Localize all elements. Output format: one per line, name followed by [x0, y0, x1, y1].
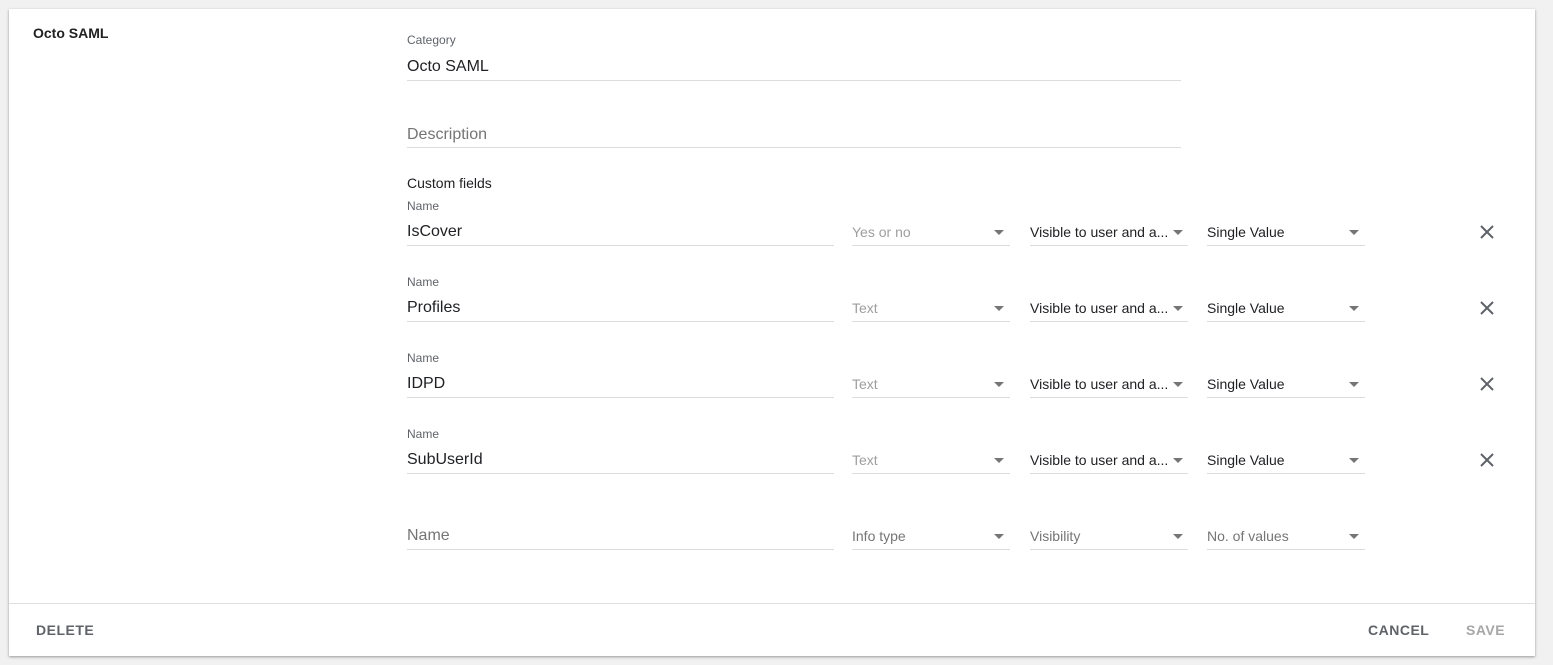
info-type-select[interactable]: Text — [852, 297, 1010, 322]
visibility-select[interactable]: Visible to user and a... — [1030, 297, 1188, 322]
info-type-select[interactable]: Text — [852, 449, 1010, 474]
new-field-name-underline — [407, 549, 834, 550]
field-name-underline — [407, 321, 834, 322]
field-name-label: Name — [407, 351, 440, 365]
visibility-value: Visible to user and a... — [1030, 452, 1167, 468]
visibility-value: Visible to user and a... — [1030, 300, 1167, 316]
field-name-label: Name — [407, 427, 440, 441]
values-select[interactable]: Single Value — [1207, 449, 1365, 474]
info-type-underline — [852, 321, 1010, 322]
values-select[interactable]: Single Value — [1207, 373, 1365, 398]
info-type-placeholder: Info type — [852, 528, 906, 544]
footer-divider — [9, 603, 1535, 604]
new-values-select[interactable]: No. of values — [1207, 525, 1365, 550]
custom-field-row: Name IDPD Text Visible to user and a... … — [9, 351, 1535, 409]
new-visibility-select[interactable]: Visibility — [1030, 525, 1188, 550]
visibility-placeholder: Visibility — [1030, 528, 1081, 544]
chevron-down-icon — [994, 230, 1004, 235]
close-icon[interactable] — [1477, 374, 1497, 394]
values-underline — [1207, 549, 1365, 550]
info-type-underline — [852, 473, 1010, 474]
chevron-down-icon — [1349, 458, 1359, 463]
values-underline — [1207, 245, 1365, 246]
description-input[interactable]: Description — [407, 126, 1181, 148]
visibility-underline — [1030, 245, 1188, 246]
visibility-underline — [1030, 473, 1188, 474]
info-type-underline — [852, 549, 1010, 550]
info-type-value: Text — [852, 452, 878, 468]
field-name-label: Name — [407, 275, 440, 289]
field-name-input[interactable]: Profiles — [407, 299, 834, 321]
values-underline — [1207, 397, 1365, 398]
field-name-input[interactable]: IDPD — [407, 375, 834, 397]
info-type-underline — [852, 245, 1010, 246]
delete-button[interactable]: DELETE — [36, 622, 94, 638]
field-name-label: Name — [407, 199, 440, 213]
values-value: Single Value — [1207, 224, 1285, 240]
close-icon[interactable] — [1477, 298, 1497, 318]
field-name-input[interactable]: IsCover — [407, 223, 834, 245]
values-select[interactable]: Single Value — [1207, 297, 1365, 322]
custom-fields-label: Custom fields — [407, 175, 492, 191]
custom-field-row: Name IsCover Yes or no Visible to user a… — [9, 199, 1535, 257]
close-icon[interactable] — [1477, 450, 1497, 470]
chevron-down-icon — [1349, 306, 1359, 311]
field-name-underline — [407, 245, 834, 246]
values-select[interactable]: Single Value — [1207, 221, 1365, 246]
visibility-value: Visible to user and a... — [1030, 376, 1167, 392]
new-info-type-select[interactable]: Info type — [852, 525, 1010, 550]
values-value: Single Value — [1207, 300, 1285, 316]
visibility-value: Visible to user and a... — [1030, 224, 1167, 240]
field-name-input[interactable]: SubUserId — [407, 451, 834, 473]
info-type-select[interactable]: Yes or no — [852, 221, 1010, 246]
values-underline — [1207, 473, 1365, 474]
chevron-down-icon — [994, 306, 1004, 311]
chevron-down-icon — [994, 382, 1004, 387]
info-type-value: Text — [852, 376, 878, 392]
field-name-underline — [407, 473, 834, 474]
new-custom-field-row: Name Info type Visibility No. of values — [9, 503, 1535, 561]
info-type-value: Text — [852, 300, 878, 316]
new-field-name-input[interactable]: Name — [407, 527, 834, 549]
visibility-select[interactable]: Visible to user and a... — [1030, 221, 1188, 246]
values-value: Single Value — [1207, 376, 1285, 392]
chevron-down-icon — [1173, 534, 1183, 539]
values-placeholder: No. of values — [1207, 528, 1289, 544]
chevron-down-icon — [1173, 230, 1183, 235]
chevron-down-icon — [1173, 306, 1183, 311]
chevron-down-icon — [1349, 382, 1359, 387]
field-name-underline — [407, 397, 834, 398]
category-underline — [407, 80, 1181, 81]
category-label: Category — [407, 33, 456, 47]
cancel-button[interactable]: CANCEL — [1368, 622, 1429, 638]
chevron-down-icon — [994, 458, 1004, 463]
values-underline — [1207, 321, 1365, 322]
chevron-down-icon — [1173, 458, 1183, 463]
info-type-underline — [852, 397, 1010, 398]
chevron-down-icon — [1173, 382, 1183, 387]
close-icon[interactable] — [1477, 222, 1497, 242]
visibility-select[interactable]: Visible to user and a... — [1030, 449, 1188, 474]
info-type-select[interactable]: Text — [852, 373, 1010, 398]
info-type-value: Yes or no — [852, 224, 911, 240]
card-title: Octo SAML — [33, 25, 109, 41]
save-button[interactable]: SAVE — [1466, 622, 1505, 638]
visibility-underline — [1030, 321, 1188, 322]
category-card: Octo SAML Category Octo SAML Description… — [9, 9, 1535, 656]
values-value: Single Value — [1207, 452, 1285, 468]
chevron-down-icon — [1349, 230, 1359, 235]
chevron-down-icon — [994, 534, 1004, 539]
custom-field-row: Name SubUserId Text Visible to user and … — [9, 427, 1535, 485]
category-input[interactable]: Octo SAML — [407, 58, 1181, 82]
description-underline — [407, 147, 1181, 148]
visibility-underline — [1030, 397, 1188, 398]
visibility-select[interactable]: Visible to user and a... — [1030, 373, 1188, 398]
chevron-down-icon — [1349, 534, 1359, 539]
visibility-underline — [1030, 549, 1188, 550]
custom-field-row: Name Profiles Text Visible to user and a… — [9, 275, 1535, 333]
